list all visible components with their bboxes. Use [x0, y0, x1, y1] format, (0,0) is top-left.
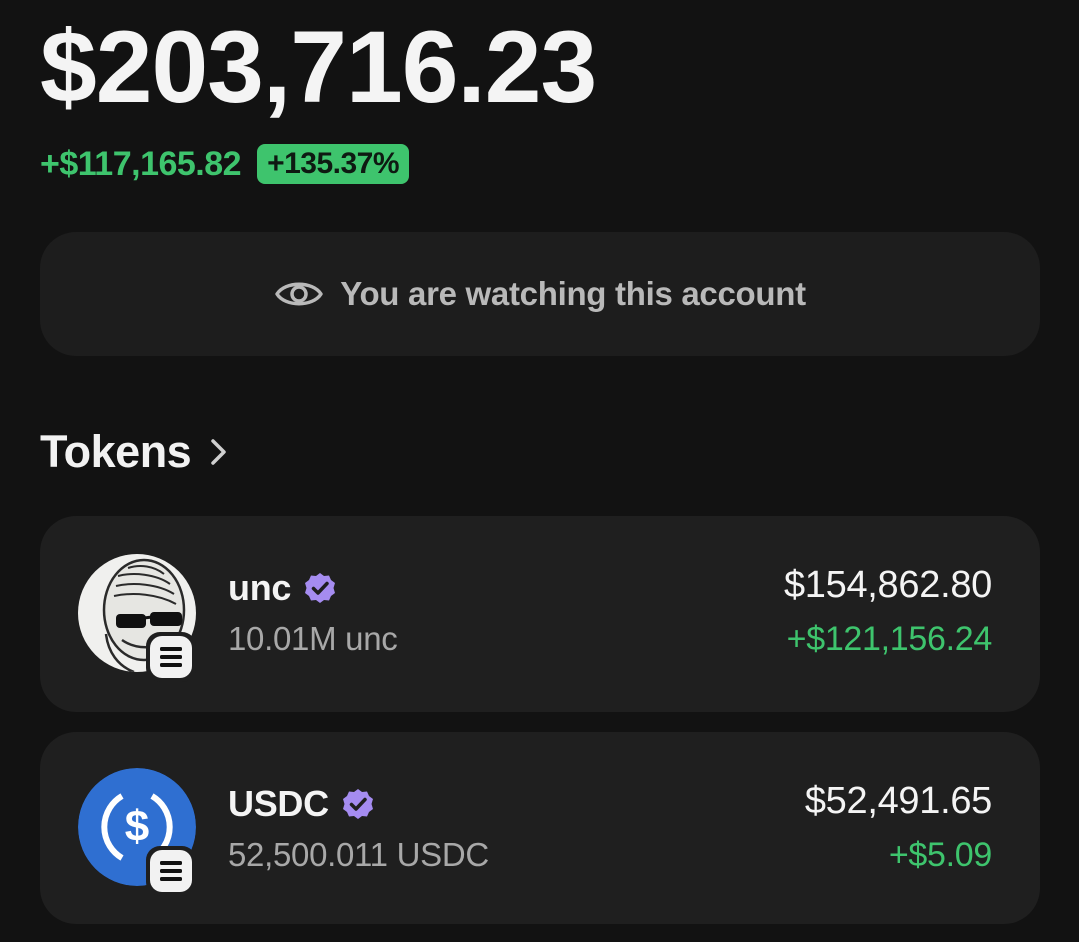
token-quantity: 52,500.011 USDC	[228, 836, 489, 873]
watching-account-banner: You are watching this account	[40, 232, 1040, 356]
verified-badge-icon	[303, 570, 339, 606]
token-value: $52,491.65	[804, 780, 992, 822]
svg-text:$: $	[125, 802, 149, 851]
token-name-row: USDC	[228, 782, 377, 826]
portfolio-change-row: +$117,165.82 +135.37%	[40, 140, 410, 188]
solana-chain-badge	[146, 632, 196, 682]
tokens-section-header[interactable]: Tokens	[40, 424, 231, 480]
token-name-row: unc	[228, 566, 339, 610]
watching-account-text: You are watching this account	[340, 275, 806, 312]
tokens-section-title: Tokens	[40, 426, 192, 477]
token-row-usdc[interactable]: $ USDC 52,500.011 USDC $52,491.65 +$5.09	[40, 732, 1040, 924]
token-change: +$121,156.24	[786, 620, 993, 658]
portfolio-change-percent-badge: +135.37%	[257, 144, 410, 184]
token-logo-usdc: $	[78, 768, 196, 896]
verified-badge-icon	[341, 786, 377, 822]
solana-chain-badge	[146, 846, 196, 896]
solana-icon	[150, 850, 192, 892]
solana-icon	[150, 636, 192, 678]
token-quantity: 10.01M unc	[228, 620, 398, 657]
token-name: USDC	[228, 783, 329, 824]
token-row-unc[interactable]: unc 10.01M unc $154,862.80 +$121,156.24	[40, 516, 1040, 712]
chevron-right-icon	[209, 437, 231, 467]
token-logo-unc	[78, 554, 196, 682]
token-change: +$5.09	[888, 836, 992, 874]
eye-icon	[274, 276, 324, 312]
token-name: unc	[228, 567, 292, 608]
portfolio-change-amount: +$117,165.82	[40, 144, 242, 183]
token-value: $154,862.80	[783, 564, 992, 606]
portfolio-balance: $203,716.23	[40, 10, 597, 124]
